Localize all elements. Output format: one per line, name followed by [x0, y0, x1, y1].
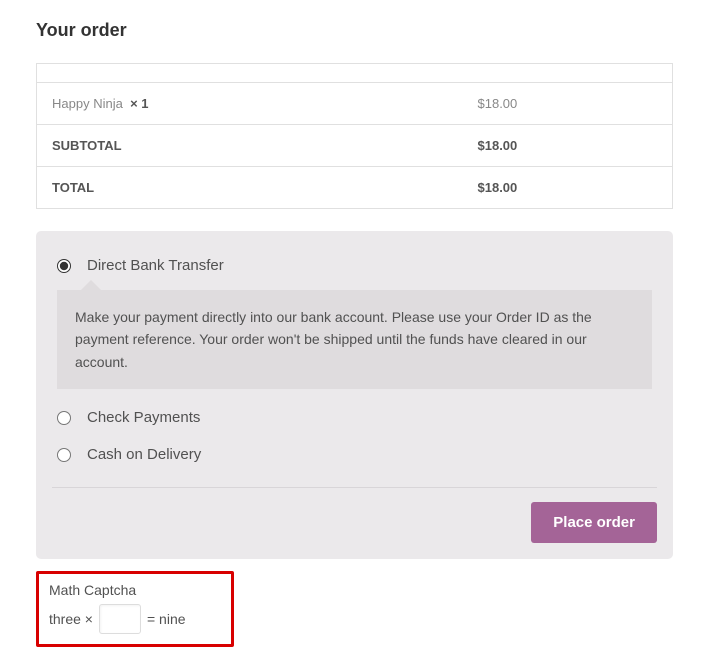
subtotal-value: $18.00	[463, 125, 673, 167]
total-value: $18.00	[463, 167, 673, 209]
product-name: Happy Ninja	[52, 96, 123, 111]
radio-bank-transfer[interactable]	[57, 259, 71, 273]
table-row: Happy Ninja × 1 $18.00	[37, 83, 673, 125]
product-price: $18.00	[463, 83, 673, 125]
payment-divider	[52, 487, 657, 488]
total-row: Total $18.00	[37, 167, 673, 209]
payment-label-cod[interactable]: Cash on Delivery	[87, 446, 201, 463]
payment-description-bank: Make your payment directly into our bank…	[57, 290, 652, 389]
product-quantity: × 1	[130, 96, 148, 111]
subtotal-label: Subtotal	[37, 125, 463, 167]
captcha-input[interactable]	[99, 604, 141, 634]
subtotal-row: Subtotal $18.00	[37, 125, 673, 167]
order-review-table: Happy Ninja × 1 $18.00 Subtotal $18.00 T…	[36, 63, 673, 209]
radio-cash-on-delivery[interactable]	[57, 448, 71, 462]
payment-method-check[interactable]: Check Payments	[52, 399, 657, 436]
radio-check-payments[interactable]	[57, 411, 71, 425]
payment-label-check[interactable]: Check Payments	[87, 409, 200, 426]
math-captcha-box: Math Captcha three × = nine	[36, 571, 234, 647]
table-header-row	[37, 64, 673, 83]
payment-label-bank[interactable]: Direct Bank Transfer	[87, 257, 224, 274]
captcha-right-text: = nine	[147, 611, 186, 627]
payment-methods-box: Direct Bank Transfer Make your payment d…	[36, 231, 673, 559]
payment-method-bank[interactable]: Direct Bank Transfer	[52, 247, 657, 284]
captcha-left-text: three ×	[49, 611, 93, 627]
order-title: Your order	[36, 20, 673, 41]
payment-method-cod[interactable]: Cash on Delivery	[52, 436, 657, 473]
total-label: Total	[37, 167, 463, 209]
place-order-button[interactable]: Place order	[531, 502, 657, 543]
